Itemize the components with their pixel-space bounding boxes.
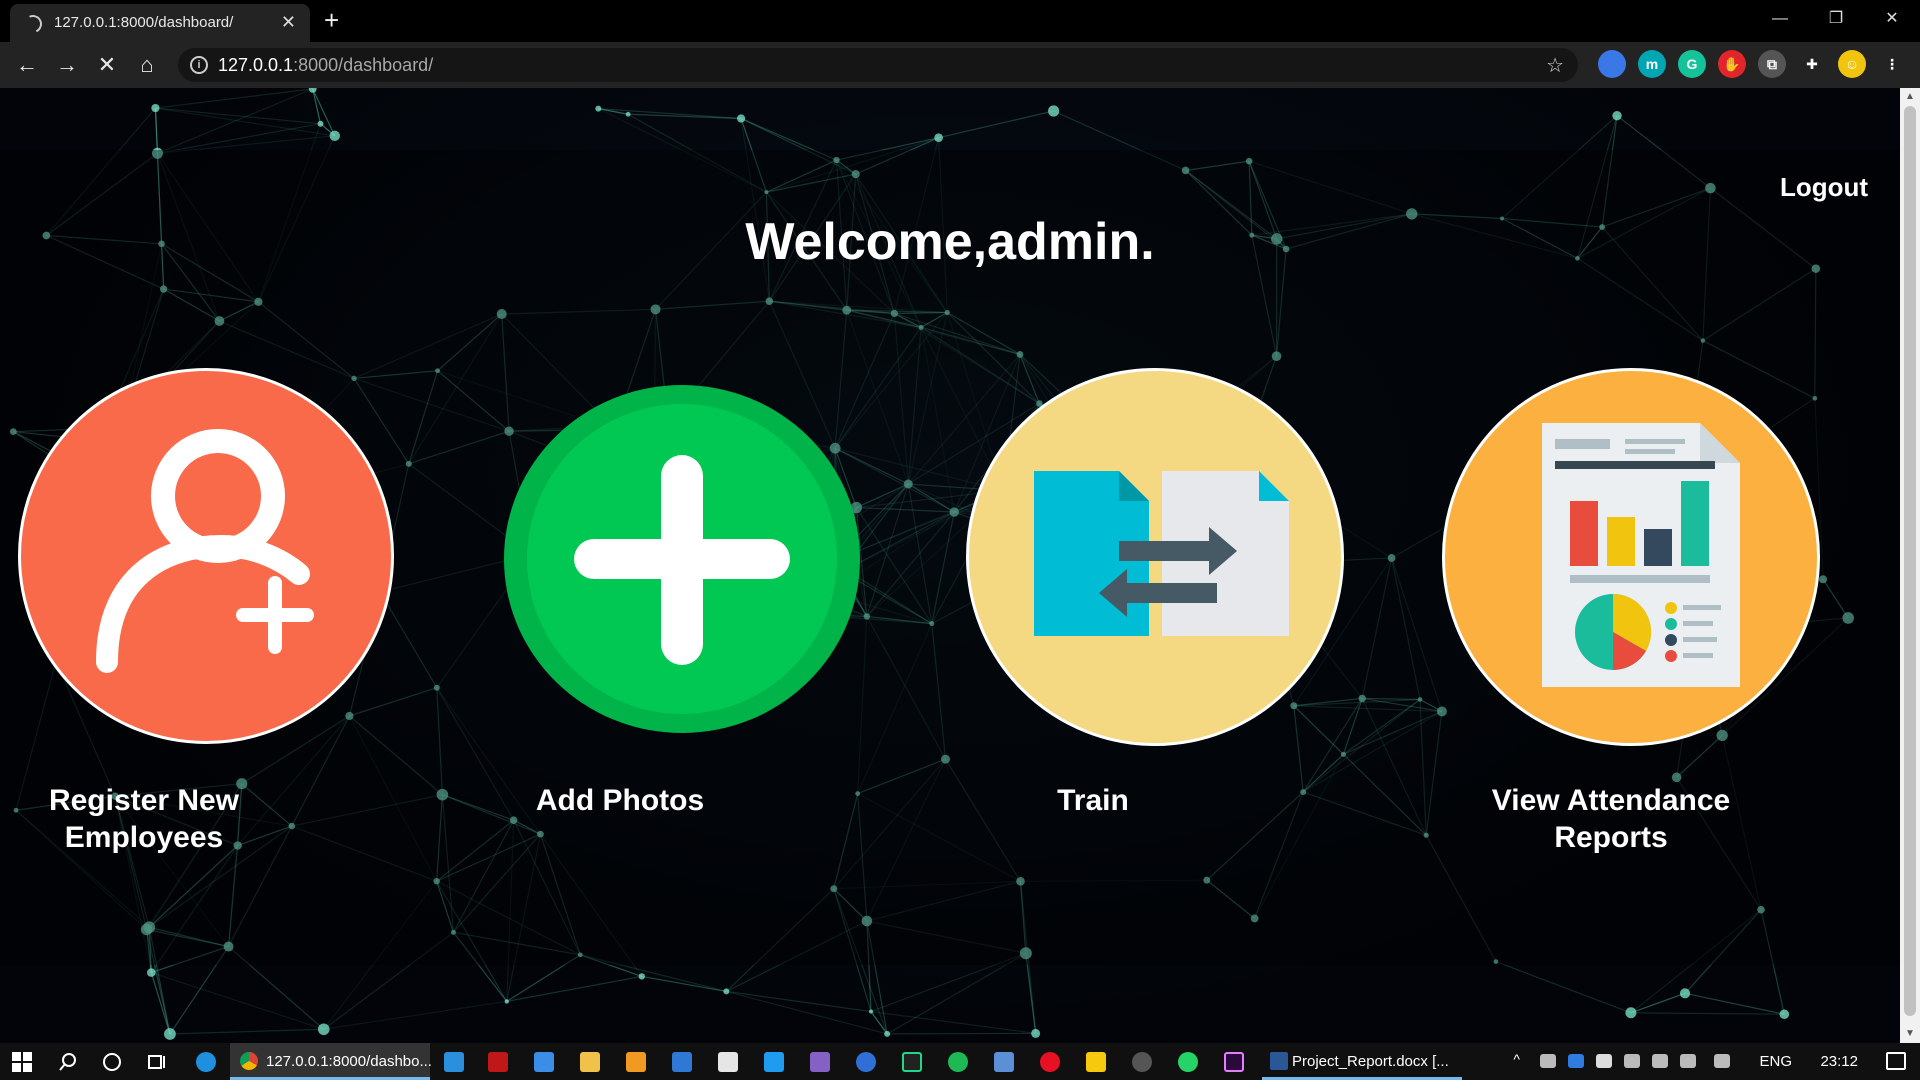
taskbar-chrome-label: 127.0.0.1:8000/dashbo... <box>266 1053 432 1070</box>
logout-link[interactable]: Logout <box>1780 172 1868 203</box>
back-arrow-icon[interactable]: ← <box>12 52 42 78</box>
taskbar-premiere-icon[interactable] <box>1212 1043 1256 1080</box>
taskbar-whatsapp-icon[interactable] <box>1166 1043 1210 1080</box>
scroll-up-icon[interactable]: ▲ <box>1900 88 1920 106</box>
windows-taskbar: 127.0.0.1:8000/dashbo... Project_Report.… <box>0 1043 1920 1080</box>
page-scrollbar[interactable]: ▲ ▼ <box>1900 88 1920 1043</box>
extension-blue-icon[interactable] <box>1598 50 1626 78</box>
loading-spinner-icon <box>21 12 45 36</box>
taskbar-app-w-icon[interactable] <box>844 1043 888 1080</box>
plus-icon <box>527 404 837 714</box>
window-controls: — ❐ ✕ <box>1752 0 1920 38</box>
tab-title: 127.0.0.1:8000/dashboard/ <box>54 14 234 31</box>
page-viewport: Logout Welcome,admin. Register New Emplo… <box>0 88 1900 1043</box>
register-employee-label[interactable]: Register New Employees <box>14 782 274 856</box>
cortana-icon[interactable] <box>90 1043 134 1080</box>
file-transfer-icon <box>1034 471 1289 636</box>
extension-copy-icon[interactable]: ⧉ <box>1758 50 1786 78</box>
bookmark-star-icon[interactable]: ☆ <box>1546 53 1564 78</box>
register-employee-button[interactable] <box>18 368 394 744</box>
tray-meet-icon[interactable] <box>1540 1054 1556 1068</box>
battery-icon[interactable] <box>1624 1054 1640 1068</box>
taskbar-vscode-icon[interactable] <box>752 1043 796 1080</box>
taskbar-sticky-notes-icon[interactable] <box>1074 1043 1118 1080</box>
taskbar-media-player-icon[interactable] <box>1028 1043 1072 1080</box>
taskbar-app-circle-icon[interactable] <box>1120 1043 1164 1080</box>
taskbar-store-icon[interactable] <box>706 1043 750 1080</box>
wifi-icon[interactable] <box>1652 1054 1668 1068</box>
tray-expand-icon[interactable]: ^ <box>1513 1051 1520 1067</box>
train-button[interactable] <box>966 368 1344 746</box>
taskbar-app-grid-icon[interactable] <box>660 1043 704 1080</box>
close-window-icon[interactable]: ✕ <box>1864 0 1920 38</box>
view-reports-button[interactable] <box>1442 368 1820 746</box>
browser-toolbar: ← → ✕ ⌂ i 127.0.0.1:8000/dashboard/ ☆ mG… <box>0 42 1920 88</box>
extension-icons: m G ✋ ⧉ ✚ ☺ ⋮ <box>1598 50 1906 78</box>
new-tab-button[interactable]: + <box>324 6 339 34</box>
taskbar-visual-studio-icon[interactable] <box>798 1043 842 1080</box>
notification-center-icon[interactable] <box>1886 1052 1906 1070</box>
view-reports-label[interactable]: View Attendance Reports <box>1466 782 1756 856</box>
page-title: Welcome,admin. <box>745 213 1155 271</box>
onedrive-personal-icon[interactable] <box>1596 1054 1612 1068</box>
browser-tab-strip: 127.0.0.1:8000/dashboard/ ✕ + — ❐ ✕ <box>0 0 1920 42</box>
cloud-upload-icon[interactable] <box>1714 1054 1730 1068</box>
report-document-icon <box>1542 423 1740 687</box>
home-icon[interactable]: ⌂ <box>132 52 162 78</box>
forward-arrow-icon[interactable]: → <box>52 52 82 78</box>
taskbar-spotify-icon[interactable] <box>936 1043 980 1080</box>
scrollbar-thumb[interactable] <box>1904 106 1916 1016</box>
scroll-down-icon[interactable]: ▼ <box>1900 1025 1920 1043</box>
extensions-puzzle-icon[interactable]: ✚ <box>1798 50 1826 78</box>
system-tray: ^ ENG 23:12 <box>1500 1043 1920 1080</box>
task-view-icon[interactable] <box>134 1043 178 1080</box>
windows-start-icon[interactable] <box>0 1043 44 1080</box>
onedrive-icon[interactable] <box>1568 1054 1584 1068</box>
taskbar-word-window[interactable]: Project_Report.docx [... <box>1262 1043 1462 1080</box>
taskbar-pycharm-icon[interactable] <box>890 1043 934 1080</box>
taskbar-word-label: Project_Report.docx [... <box>1292 1053 1449 1070</box>
site-info-icon[interactable]: i <box>190 56 208 74</box>
browser-tab[interactable]: 127.0.0.1:8000/dashboard/ ✕ <box>10 4 310 42</box>
word-icon <box>1270 1052 1288 1070</box>
taskbar-file-explorer-icon[interactable] <box>568 1043 612 1080</box>
restore-icon[interactable]: ❐ <box>1808 0 1864 38</box>
taskbar-virtualbox-icon[interactable] <box>982 1043 1026 1080</box>
address-bar[interactable]: i 127.0.0.1:8000/dashboard/ ☆ <box>178 48 1578 82</box>
taskbar-mail-icon[interactable] <box>522 1043 566 1080</box>
extension-red-icon[interactable]: ✋ <box>1718 50 1746 78</box>
volume-icon[interactable] <box>1680 1054 1696 1068</box>
profile-avatar-icon[interactable]: ☺ <box>1838 50 1866 78</box>
taskbar-sublime-icon[interactable] <box>614 1043 658 1080</box>
edge-browser-icon[interactable] <box>184 1043 228 1080</box>
taskbar-mcafee-icon[interactable] <box>476 1043 520 1080</box>
add-photos-label[interactable]: Add Photos <box>500 782 740 819</box>
tab-close-icon[interactable]: ✕ <box>281 12 296 33</box>
add-user-icon <box>96 429 314 673</box>
add-photos-button[interactable] <box>504 385 860 733</box>
input-language[interactable]: ENG <box>1759 1053 1792 1070</box>
train-label[interactable]: Train <box>1030 782 1156 819</box>
minimize-icon[interactable]: — <box>1752 0 1808 38</box>
taskbar-app-l-icon[interactable] <box>432 1043 476 1080</box>
search-icon[interactable] <box>46 1043 90 1080</box>
address-url[interactable]: 127.0.0.1:8000/dashboard/ <box>218 55 433 76</box>
browser-menu-icon[interactable]: ⋮ <box>1878 50 1906 78</box>
taskbar-chrome-window[interactable]: 127.0.0.1:8000/dashbo... <box>230 1043 432 1080</box>
clock-time[interactable]: 23:12 <box>1820 1053 1858 1070</box>
chrome-icon <box>240 1052 258 1070</box>
extension-m-icon[interactable]: m <box>1638 50 1666 78</box>
grammarly-icon[interactable]: G <box>1678 50 1706 78</box>
stop-loading-icon[interactable]: ✕ <box>92 52 122 78</box>
